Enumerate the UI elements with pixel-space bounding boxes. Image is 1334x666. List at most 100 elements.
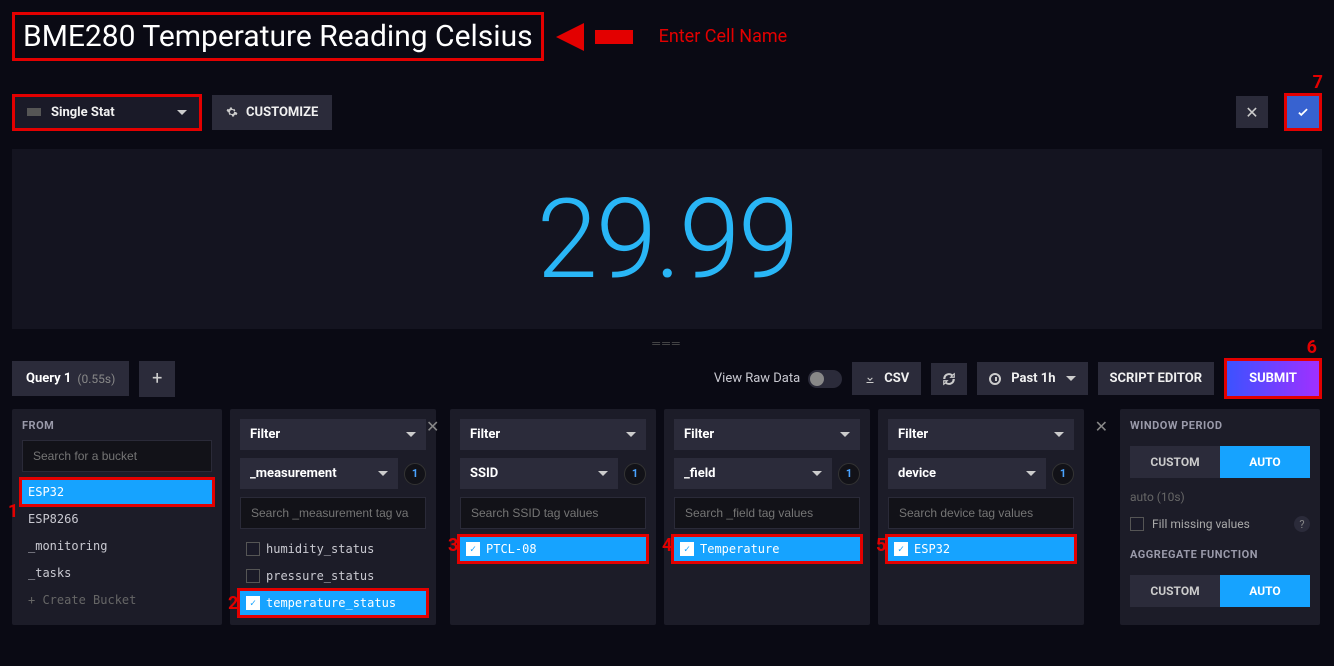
- filter-key-select[interactable]: device: [888, 458, 1046, 489]
- bucket-list: ESP32 ESP8266 _monitoring _tasks + Creat…: [22, 480, 212, 612]
- filter-label: Filter: [684, 427, 714, 442]
- chevron-down-icon: [378, 471, 388, 476]
- filter-label: Filter: [898, 427, 928, 442]
- aggregate-auto-button[interactable]: AUTO: [1220, 575, 1310, 607]
- add-query-button[interactable]: +: [139, 361, 175, 397]
- confirm-wrap: 7: [1284, 93, 1322, 131]
- filter-header[interactable]: Filter: [888, 419, 1074, 450]
- option-label: pressure_status: [266, 569, 374, 583]
- window-custom-button[interactable]: CUSTOM: [1130, 446, 1220, 478]
- filter-label: Filter: [250, 427, 280, 442]
- fill-missing-label: Fill missing values: [1152, 517, 1250, 531]
- aggregate-header: AGGREGATE FUNCTION: [1130, 548, 1310, 561]
- checkbox-checked-icon[interactable]: ✓: [894, 542, 908, 556]
- visualization-panel: 29.99: [12, 149, 1322, 329]
- device-search-input[interactable]: [888, 497, 1074, 529]
- csv-button[interactable]: CSV: [852, 362, 921, 395]
- aggregate-custom-button[interactable]: CUSTOM: [1130, 575, 1220, 607]
- bucket-item-tasks[interactable]: _tasks: [22, 561, 212, 585]
- count-badge: 1: [624, 463, 646, 485]
- chevron-down-icon: [1026, 471, 1036, 476]
- filter-header[interactable]: Filter: [240, 419, 426, 450]
- visualization-type-select[interactable]: Single Stat: [12, 94, 202, 131]
- filter-key: SSID: [470, 466, 498, 481]
- field-list: ✓Temperature: [674, 537, 860, 561]
- ssid-list: ✓ PTCL-08: [460, 537, 646, 561]
- filter-header[interactable]: Filter: [460, 419, 646, 450]
- option-esp32-device[interactable]: ✓ESP32: [888, 537, 1074, 561]
- cell-name-row: BME280 Temperature Reading Celsius Enter…: [12, 12, 1322, 61]
- csv-label: CSV: [884, 371, 909, 386]
- window-auto-value: auto (10s): [1130, 486, 1310, 508]
- submit-button[interactable]: SUBMIT: [1227, 361, 1319, 396]
- remove-filter-button[interactable]: ✕: [1095, 417, 1108, 436]
- count-badge: 1: [404, 463, 426, 485]
- count-badge: 1: [1052, 463, 1074, 485]
- filter-header[interactable]: Filter: [674, 419, 860, 450]
- customize-label: CUSTOMIZE: [246, 105, 318, 120]
- query-tab[interactable]: Query 1 (0.55s): [12, 361, 129, 396]
- help-icon[interactable]: ?: [1294, 516, 1310, 532]
- submit-wrap: 6 SUBMIT: [1224, 358, 1322, 399]
- checkbox-checked-icon[interactable]: ✓: [246, 596, 260, 610]
- query-tab-label: Query 1: [26, 371, 71, 386]
- chevron-down-icon: [598, 471, 608, 476]
- option-temperature[interactable]: ✓temperature_status: [240, 591, 426, 615]
- confirm-button[interactable]: [1287, 96, 1319, 128]
- filter-key: _field: [684, 466, 716, 481]
- option-label: PTCL-08: [486, 542, 537, 556]
- checkbox-checked-icon[interactable]: ✓: [680, 542, 694, 556]
- chevron-down-icon: [840, 432, 850, 437]
- filter-label: Filter: [470, 427, 500, 442]
- measurement-search-input[interactable]: [240, 497, 426, 529]
- script-editor-label: SCRIPT EDITOR: [1110, 371, 1203, 386]
- annotation-1: 1: [8, 501, 18, 522]
- chevron-down-icon: [1066, 376, 1076, 381]
- filter-key-select[interactable]: _measurement: [240, 458, 398, 489]
- window-auto-button[interactable]: AUTO: [1220, 446, 1310, 478]
- cell-name-input-wrap[interactable]: BME280 Temperature Reading Celsius: [12, 12, 544, 61]
- chevron-down-icon: [177, 110, 187, 115]
- bucket-search-input[interactable]: [22, 440, 212, 472]
- option-label: humidity_status: [266, 542, 374, 556]
- fill-missing-row[interactable]: Fill missing values ?: [1130, 516, 1310, 532]
- filter-key-select[interactable]: _field: [674, 458, 832, 489]
- bucket-item-monitoring[interactable]: _monitoring: [22, 534, 212, 558]
- option-ptcl08[interactable]: ✓ PTCL-08: [460, 537, 646, 561]
- aggregate-segment: CUSTOM AUTO: [1130, 575, 1310, 607]
- refresh-icon: [942, 372, 956, 386]
- create-bucket-button[interactable]: + Create Bucket: [22, 588, 212, 612]
- cell-name[interactable]: BME280 Temperature Reading Celsius: [23, 19, 533, 54]
- single-stat-icon: [27, 108, 41, 116]
- refresh-button[interactable]: [931, 363, 967, 395]
- option-pressure[interactable]: pressure_status: [240, 564, 426, 588]
- viz-type-label: Single Stat: [51, 105, 115, 120]
- filter-card-field: 4 Filter _field 1 ✓Temperature: [664, 409, 870, 625]
- remove-filter-button[interactable]: ✕: [426, 417, 439, 436]
- checkbox-icon[interactable]: [1130, 517, 1144, 531]
- filter-key: device: [898, 466, 936, 481]
- option-humidity[interactable]: humidity_status: [240, 537, 426, 561]
- filter-key-select[interactable]: SSID: [460, 458, 618, 489]
- checkbox-icon[interactable]: [246, 569, 260, 583]
- window-period-segment: CUSTOM AUTO: [1130, 446, 1310, 478]
- bucket-item-esp8266[interactable]: ESP8266: [22, 507, 212, 531]
- resize-handle[interactable]: ═══: [12, 337, 1322, 350]
- script-editor-button[interactable]: SCRIPT EDITOR: [1098, 362, 1215, 395]
- toggle-off-icon[interactable]: [808, 370, 842, 388]
- checkbox-checked-icon[interactable]: ✓: [466, 542, 480, 556]
- arrow-icon: [556, 23, 584, 51]
- customize-button[interactable]: CUSTOMIZE: [212, 95, 332, 130]
- measurement-list: humidity_status pressure_status ✓tempera…: [240, 537, 426, 615]
- view-raw-data-toggle[interactable]: View Raw Data: [714, 370, 842, 388]
- bucket-item-esp32[interactable]: ESP32: [22, 480, 212, 504]
- time-range-select[interactable]: Past 1h: [977, 362, 1087, 395]
- option-temperature-field[interactable]: ✓Temperature: [674, 537, 860, 561]
- checkbox-icon[interactable]: [246, 542, 260, 556]
- field-search-input[interactable]: [674, 497, 860, 529]
- ssid-search-input[interactable]: [460, 497, 646, 529]
- stat-value: 29.99: [537, 175, 797, 304]
- toolbar: Single Stat CUSTOMIZE ✕ 7: [12, 93, 1322, 131]
- from-card: 1 FROM ESP32 ESP8266 _monitoring _tasks …: [12, 409, 222, 625]
- close-button[interactable]: ✕: [1236, 96, 1268, 128]
